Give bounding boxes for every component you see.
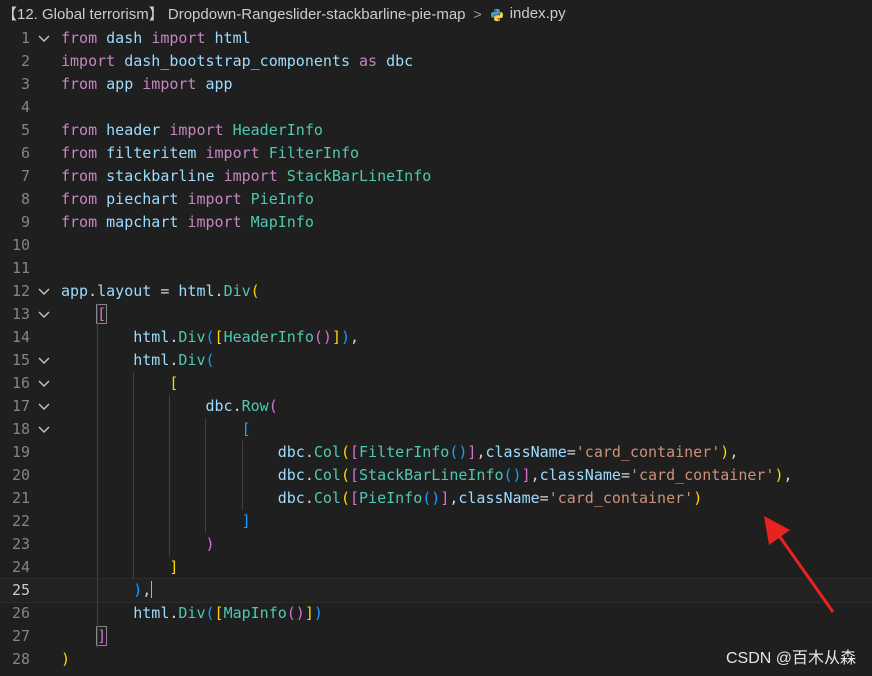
red-arrow-annotation xyxy=(764,516,835,613)
watermark: CSDN @百木从森 xyxy=(725,650,856,667)
